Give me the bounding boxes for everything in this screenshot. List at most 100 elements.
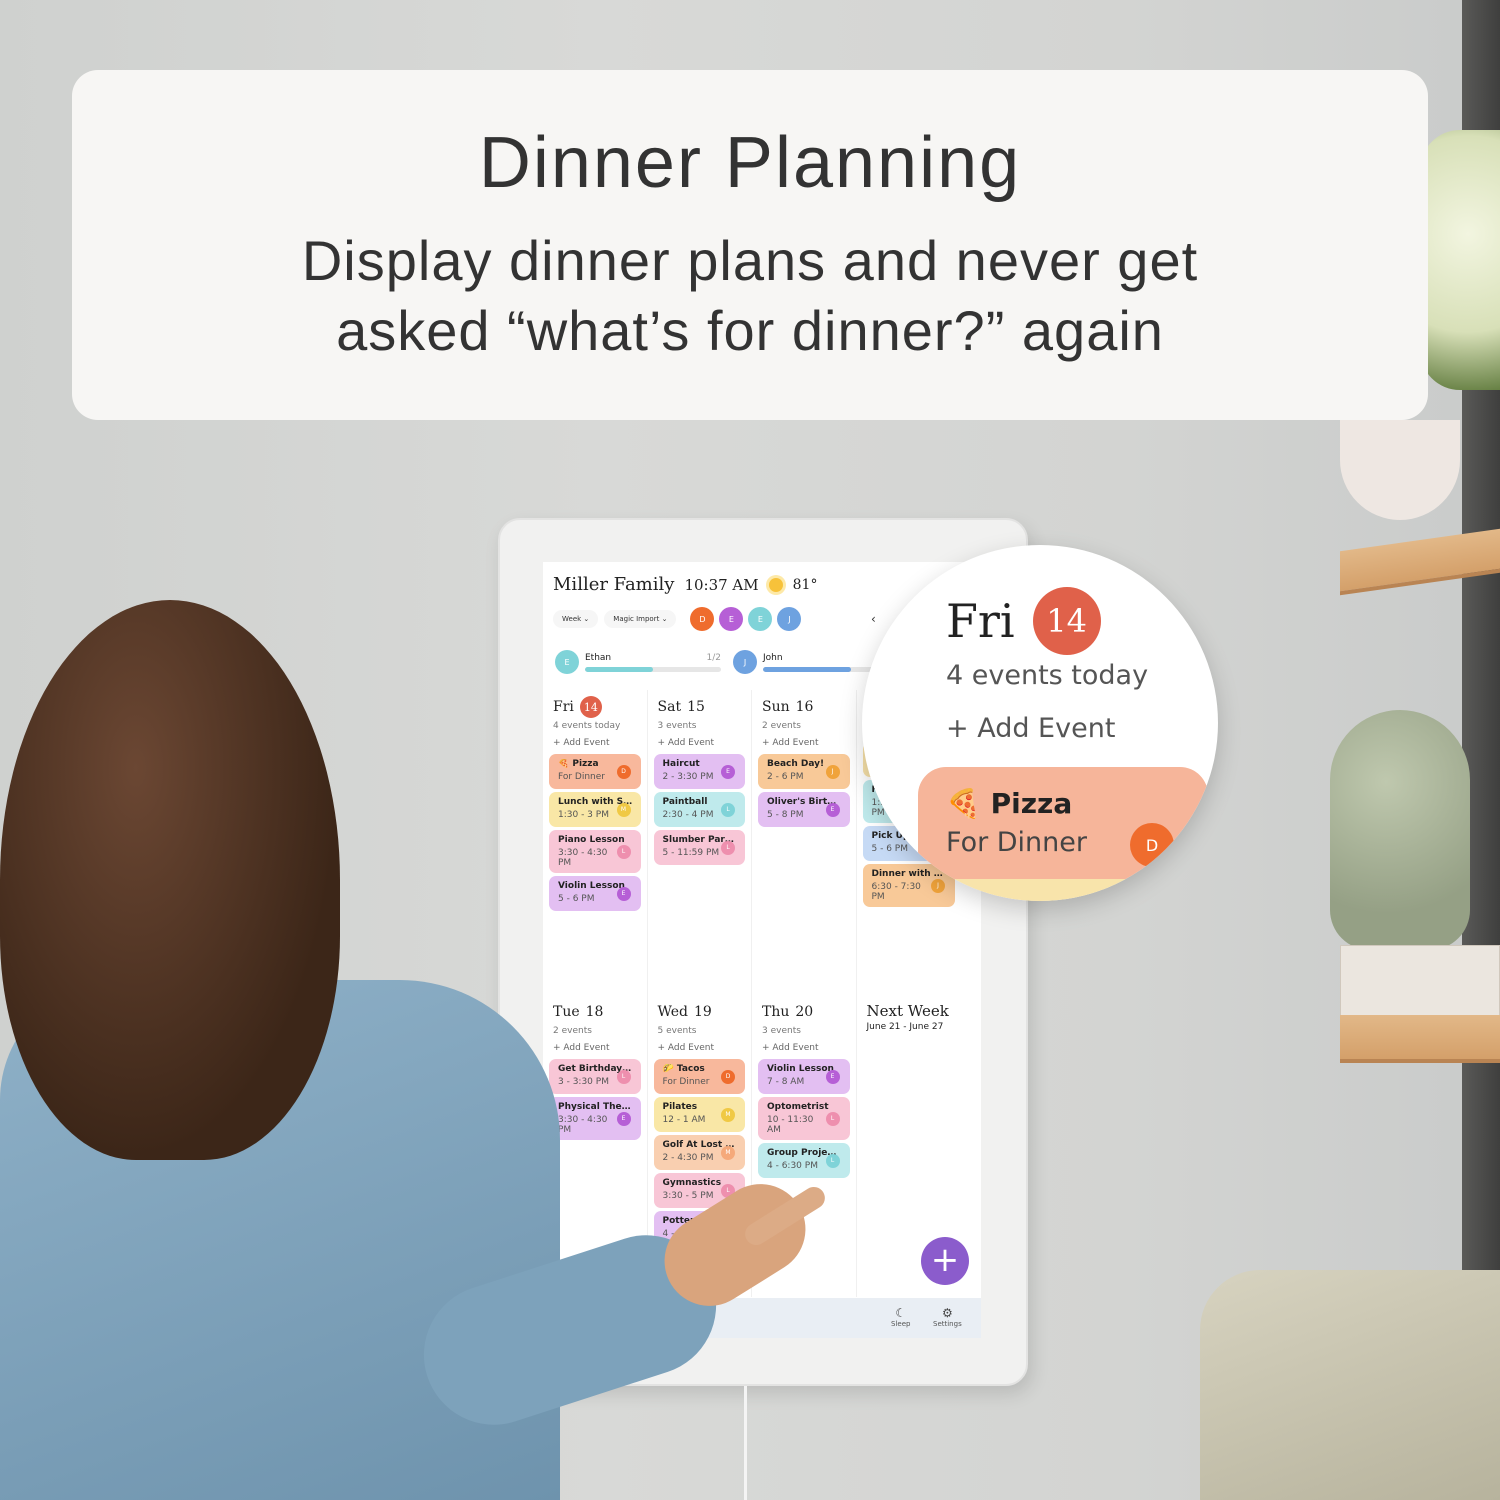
event-card[interactable]: 🌮 Tacos For Dinner D xyxy=(653,1059,745,1094)
view-select[interactable]: Week ⌄ xyxy=(553,610,599,628)
gear-icon: ⚙ xyxy=(941,1306,953,1320)
day-header: Wed 19 xyxy=(658,1000,746,1024)
hydrangea-plant xyxy=(1420,130,1500,390)
event-title-text: Piano Lesson xyxy=(558,835,625,845)
event-time: 4 - 6:30 PM xyxy=(767,1161,818,1171)
settings-label: Settings xyxy=(933,1320,962,1328)
day-header: Thu 20 xyxy=(762,1000,850,1024)
hero-subtitle-line2: asked “what’s for dinner?” again xyxy=(336,299,1164,362)
event-card[interactable]: Optometrist 10 - 11:30 AM L xyxy=(758,1097,850,1140)
add-event-link[interactable]: + Add Event xyxy=(762,738,850,748)
event-card[interactable]: Lunch with Sar...1:30 - 3 PMM xyxy=(549,792,641,827)
chevron-down-icon: ⌄ xyxy=(661,615,668,623)
event-card[interactable]: Slumber Party ...5 - 11:59 PML xyxy=(653,830,745,865)
callout-add-event[interactable]: + Add Event xyxy=(946,713,1115,744)
day-date: 20 xyxy=(795,1004,814,1020)
chevron-down-icon: ⌄ xyxy=(583,615,590,623)
next-week-title: Next Week xyxy=(866,1002,949,1020)
event-count: 2 events xyxy=(762,721,801,731)
day-column-sat: Sat 15 3 events + Add Event Haircut 2 - 3:30 … xyxy=(648,690,752,995)
add-event-link[interactable]: + Add Event xyxy=(762,1043,850,1053)
event-card[interactable]: 🍕 Pizza For Dinner D xyxy=(549,754,641,789)
cushion xyxy=(1200,1270,1500,1500)
member-avatar[interactable]: E xyxy=(748,607,773,631)
event-title: Optometrist xyxy=(767,1102,842,1112)
member-avatar[interactable]: J xyxy=(777,607,802,631)
day-name: Thu xyxy=(762,1004,790,1020)
callout-pizza-event[interactable]: 🍕 Pizza For Dinner D xyxy=(918,767,1208,879)
event-avatar: M xyxy=(616,802,631,817)
event-card[interactable]: Violin Lesson 5 - 6 PM E xyxy=(549,876,641,911)
member-avatar[interactable]: D xyxy=(690,607,715,631)
callout-day-header: Fri 14 xyxy=(946,587,1101,655)
event-card[interactable]: Get Birthday P... 3 - 3:30 PM L xyxy=(549,1059,641,1094)
event-avatar: L xyxy=(616,1069,631,1084)
progress-bar-fill xyxy=(763,667,852,672)
day-date: 18 xyxy=(585,1004,604,1020)
member-avatar: E xyxy=(555,650,579,674)
event-time: 7 - 8 AM xyxy=(767,1077,805,1087)
event-avatar: E xyxy=(825,802,840,817)
event-avatar: L xyxy=(825,1153,840,1168)
add-event-link[interactable]: + Add Event xyxy=(658,738,746,748)
hero-title: Dinner Planning xyxy=(478,123,1022,203)
moon-icon: ☾ xyxy=(895,1306,907,1320)
magic-import-label: Magic Import xyxy=(613,615,660,623)
magic-import-select[interactable]: Magic Import ⌄ xyxy=(604,610,677,628)
event-time: 3:30 - 5 PM xyxy=(662,1191,714,1201)
event-time: 10 - 11:30 AM xyxy=(767,1115,814,1135)
event-title-text: Pizza xyxy=(572,759,599,769)
toolbar: Week ⌄ Magic Import ⌄ DEEJ xyxy=(553,607,802,631)
day-date: 19 xyxy=(694,1004,712,1020)
event-card[interactable]: Violin Lesson 7 - 8 AM E xyxy=(758,1059,850,1094)
event-time: For Dinner xyxy=(558,772,605,782)
event-time: 2:30 - 4 PM xyxy=(662,810,714,820)
event-avatar: J xyxy=(825,764,840,779)
event-avatar: E xyxy=(616,1111,631,1126)
chevron-left-icon[interactable]: ‹ xyxy=(871,612,876,626)
sleep-button[interactable]: ☾ Sleep xyxy=(891,1306,910,1328)
event-time: 2 - 3:30 PM xyxy=(662,772,714,782)
event-avatar: D xyxy=(616,764,631,779)
member-avatar[interactable]: E xyxy=(719,607,744,631)
event-card[interactable]: Physical Therapy 3:30 - 4:30 PM E xyxy=(549,1097,641,1140)
add-event-fab[interactable]: + xyxy=(921,1237,969,1285)
sleep-label: Sleep xyxy=(891,1320,911,1328)
hero-card: Dinner Planning Display dinner plans and… xyxy=(72,70,1428,420)
event-time: 5 - 8 PM xyxy=(767,810,804,820)
next-week-range: June 21 - June 27 xyxy=(866,1022,944,1032)
event-title: Piano Lesson xyxy=(558,835,633,845)
event-title-text: Gymnastics xyxy=(662,1178,722,1188)
add-event-link[interactable]: + Add Event xyxy=(658,1043,746,1053)
day-header: Tue 18 xyxy=(553,1000,641,1024)
event-card[interactable]: Group Project ...4 - 6:30 PML xyxy=(758,1143,850,1178)
event-avatar: E xyxy=(616,886,631,901)
event-card[interactable]: Oliver's Birthd...5 - 8 PME xyxy=(758,792,850,827)
event-card[interactable]: Pilates 12 - 1 AM M xyxy=(653,1097,745,1132)
settings-button[interactable]: ⚙ Settings xyxy=(933,1306,962,1328)
event-card[interactable]: Golf At Lost Cr...2 - 4:30 PMM xyxy=(653,1135,745,1170)
event-time: 2 - 4:30 PM xyxy=(662,1153,714,1163)
event-card[interactable]: Haircut 2 - 3:30 PM E xyxy=(653,754,745,789)
temperature: 81° xyxy=(792,576,818,593)
event-card[interactable]: Paintball 2:30 - 4 PM L xyxy=(653,792,745,827)
event-card[interactable]: Beach Day! 2 - 6 PM J xyxy=(758,754,850,789)
member-avatar: J xyxy=(733,650,757,674)
event-avatar: L xyxy=(721,802,735,817)
chore-progress-ethan[interactable]: E Ethan 1/2 xyxy=(555,650,721,674)
add-event-link[interactable]: + Add Event xyxy=(553,738,641,748)
add-event-link[interactable]: + Add Event xyxy=(553,1043,641,1053)
clock-time: 10:37 AM xyxy=(684,575,759,594)
event-list: 🍕 PizzaFor DinnerDLunch with Sar...1:30 … xyxy=(549,754,641,911)
day-name: Fri xyxy=(553,699,574,715)
callout-next-event-edge xyxy=(918,879,1208,901)
magnified-callout: Fri 14 4 events today + Add Event 🍕 Pizz… xyxy=(862,545,1218,901)
event-title-text: Paintball xyxy=(662,797,708,807)
day-name: Sat xyxy=(657,699,682,715)
event-avatar: E xyxy=(825,1069,840,1084)
wood-shelf-lower xyxy=(1340,1015,1500,1063)
callout-day-name: Fri xyxy=(946,594,1015,648)
event-avatar: M xyxy=(721,1145,735,1160)
event-card[interactable]: Piano Lesson 3:30 - 4:30 PM L xyxy=(549,830,641,873)
event-avatar: E xyxy=(721,764,735,779)
